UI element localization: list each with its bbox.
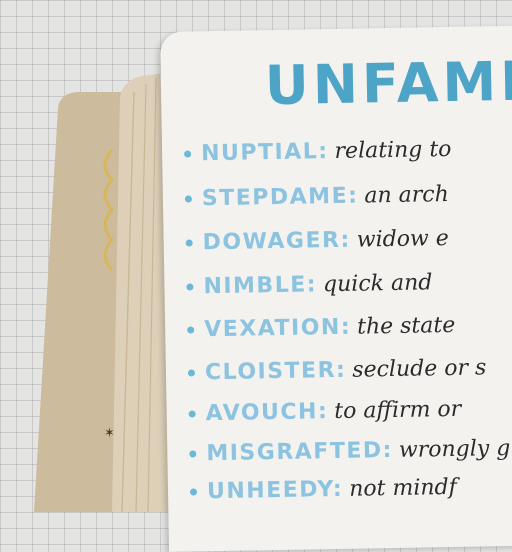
bullet-icon	[189, 488, 198, 496]
entry-term: VEXATION:	[203, 314, 352, 343]
entry-term: CLOISTER:	[204, 357, 347, 386]
vocab-entry: UNHEEDY: not mindf	[189, 474, 457, 505]
entry-definition: to affirm or	[334, 396, 462, 425]
vocab-entry: MISGRAFTED: wrongly g	[189, 435, 511, 467]
entry-definition: seclude or s	[352, 355, 487, 383]
vocab-entry: AVOUCH: to affirm or	[188, 397, 461, 427]
entry-term: NUPTIAL:	[200, 139, 329, 167]
bullet-icon	[184, 150, 192, 158]
entry-term: UNHEEDY:	[206, 476, 344, 505]
vocab-entry: STEPDAME: an arch	[184, 181, 450, 212]
entry-definition: wrongly g	[398, 435, 511, 463]
vocab-entry: VEXATION: the state	[187, 313, 455, 343]
bullet-icon	[187, 369, 196, 377]
bullet-icon	[186, 283, 194, 291]
vocab-entry: DOWAGER: widow e	[185, 226, 449, 256]
entry-definition: relating to	[334, 136, 452, 164]
entry-definition: the state	[356, 312, 456, 340]
vocab-entry: CLOISTER: seclude or s	[187, 355, 487, 386]
entry-term: DOWAGER:	[202, 227, 351, 256]
bullet-icon	[189, 450, 197, 458]
page-title: UNFAMI	[264, 49, 512, 118]
entry-definition: quick and	[322, 270, 433, 298]
entry-definition: widow e	[356, 225, 450, 253]
bullet-icon	[184, 195, 192, 203]
bullet-icon	[188, 410, 196, 418]
photo-scene: ✶ UNFAMI NUPTIAL: relating to STEPDAME: an…	[0, 0, 512, 552]
entry-term: STEPDAME:	[201, 183, 359, 212]
vocab-entry: NIMBLE: quick and	[186, 270, 433, 300]
entry-definition: an arch	[364, 181, 450, 209]
entry-term: MISGRAFTED:	[206, 438, 394, 467]
entry-definition: not mindf	[349, 474, 457, 502]
entry-term: NIMBLE:	[203, 272, 318, 300]
bullet-icon	[187, 326, 195, 334]
small-mark: ✶	[104, 426, 115, 441]
vocab-entry: NUPTIAL: relating to	[184, 137, 452, 167]
bullet-icon	[185, 239, 193, 247]
entry-term: AVOUCH:	[205, 399, 329, 427]
notebook-page: UNFAMI NUPTIAL: relating to STEPDAME: an a…	[160, 25, 512, 552]
